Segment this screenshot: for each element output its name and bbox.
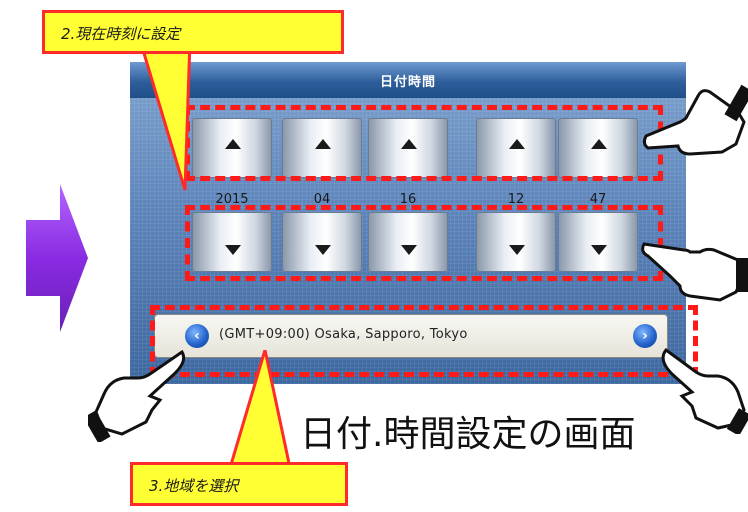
callout-step2-text: 2.現在時刻に設定 — [61, 25, 181, 43]
callout-step2: 2.現在時刻に設定 — [42, 10, 344, 54]
screen-title: 日付時間 — [379, 75, 436, 90]
pointing-hand-icon — [642, 84, 748, 156]
right-arrow-icon — [26, 184, 88, 332]
callout-pointer — [227, 350, 292, 470]
down-buttons-highlight — [185, 205, 663, 281]
pointing-hand-icon — [88, 349, 186, 442]
pointing-hand-icon — [641, 242, 748, 302]
callout-step3: 3.地域を選択 — [130, 462, 348, 506]
pointing-hand-icon — [661, 347, 748, 434]
up-buttons-highlight — [185, 105, 663, 181]
title-bar: ⬅ 日付時間 — [130, 62, 686, 98]
callout-pointer — [138, 40, 192, 191]
callout-step3-text: 3.地域を選択 — [149, 477, 239, 495]
caption: 日付.時間設定の画面 — [300, 414, 636, 455]
